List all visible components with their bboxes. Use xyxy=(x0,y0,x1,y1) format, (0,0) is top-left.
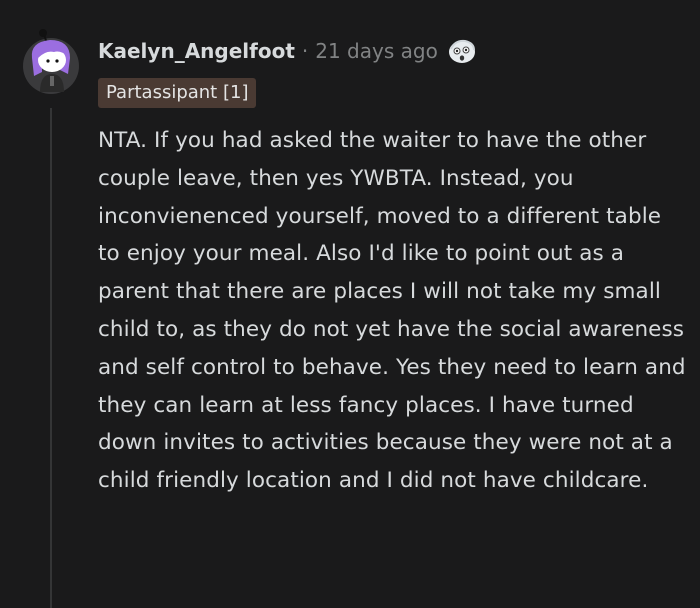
comment-body: NTA. If you had asked the waiter to have… xyxy=(98,128,686,494)
username[interactable]: Kaelyn_Angelfoot xyxy=(98,39,295,63)
thread-line[interactable] xyxy=(50,108,52,608)
comment-meta: Kaelyn_Angelfoot · 21 days ago xyxy=(98,34,477,68)
comment-card: Kaelyn_Angelfoot · 21 days ago Partassip… xyxy=(0,0,700,608)
award-icon[interactable] xyxy=(447,36,477,66)
user-flair: Partassipant [1] xyxy=(98,78,257,108)
user-avatar[interactable] xyxy=(20,28,82,94)
separator-dot: · xyxy=(301,39,309,63)
timestamp[interactable]: 21 days ago xyxy=(315,39,438,63)
